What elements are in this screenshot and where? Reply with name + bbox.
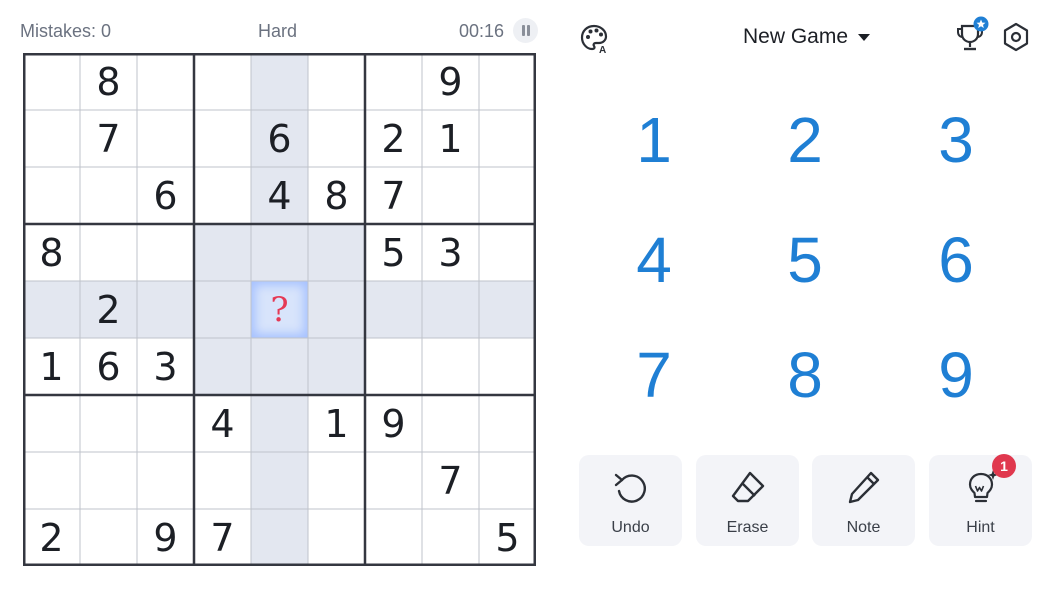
pause-button[interactable] <box>513 18 538 43</box>
number-button-6[interactable]: 6 <box>896 210 1016 310</box>
hint-count-badge: 1 <box>992 454 1016 478</box>
number-button-8[interactable]: 8 <box>745 325 865 425</box>
svg-text:A: A <box>599 45 606 54</box>
hint-button[interactable]: Hint <box>929 455 1032 546</box>
mistakes-counter: Mistakes: 0 <box>20 21 112 41</box>
number-button-2[interactable]: 2 <box>745 90 865 190</box>
difficulty-label: Hard <box>258 21 298 41</box>
number-button-1[interactable]: 1 <box>594 90 714 190</box>
caret-down-icon <box>858 33 871 41</box>
undo-icon <box>614 473 646 503</box>
number-button-7[interactable]: 7 <box>594 325 714 425</box>
pencil-icon <box>848 471 880 504</box>
trophy-icon[interactable] <box>954 16 990 54</box>
undo-label: Undo <box>611 519 650 536</box>
new-game-dropdown[interactable]: New Game <box>743 24 871 50</box>
number-button-4[interactable]: 4 <box>594 210 714 310</box>
erase-button[interactable]: Erase <box>696 455 799 546</box>
hint-label: Hint <box>966 519 995 536</box>
number-button-9[interactable]: 9 <box>896 325 1016 425</box>
palette-icon[interactable]: A <box>578 22 610 54</box>
sudoku-board: 8 9 7 6 2 1 6 4 8 7 8 5 3 2? 1 6 3 4 1 9 7 2 9 7 5 <box>23 53 536 566</box>
new-game-label: New Game <box>743 25 849 48</box>
settings-icon[interactable] <box>1002 22 1030 52</box>
grid-lines <box>23 53 536 566</box>
undo-button[interactable]: Undo <box>579 455 682 546</box>
note-button[interactable]: Note <box>812 455 915 546</box>
timer: 00:16 <box>459 21 505 41</box>
eraser-icon <box>731 471 765 503</box>
number-button-5[interactable]: 5 <box>745 210 865 310</box>
number-button-3[interactable]: 3 <box>896 90 1016 190</box>
erase-label: Erase <box>726 519 769 536</box>
note-label: Note <box>846 519 881 536</box>
